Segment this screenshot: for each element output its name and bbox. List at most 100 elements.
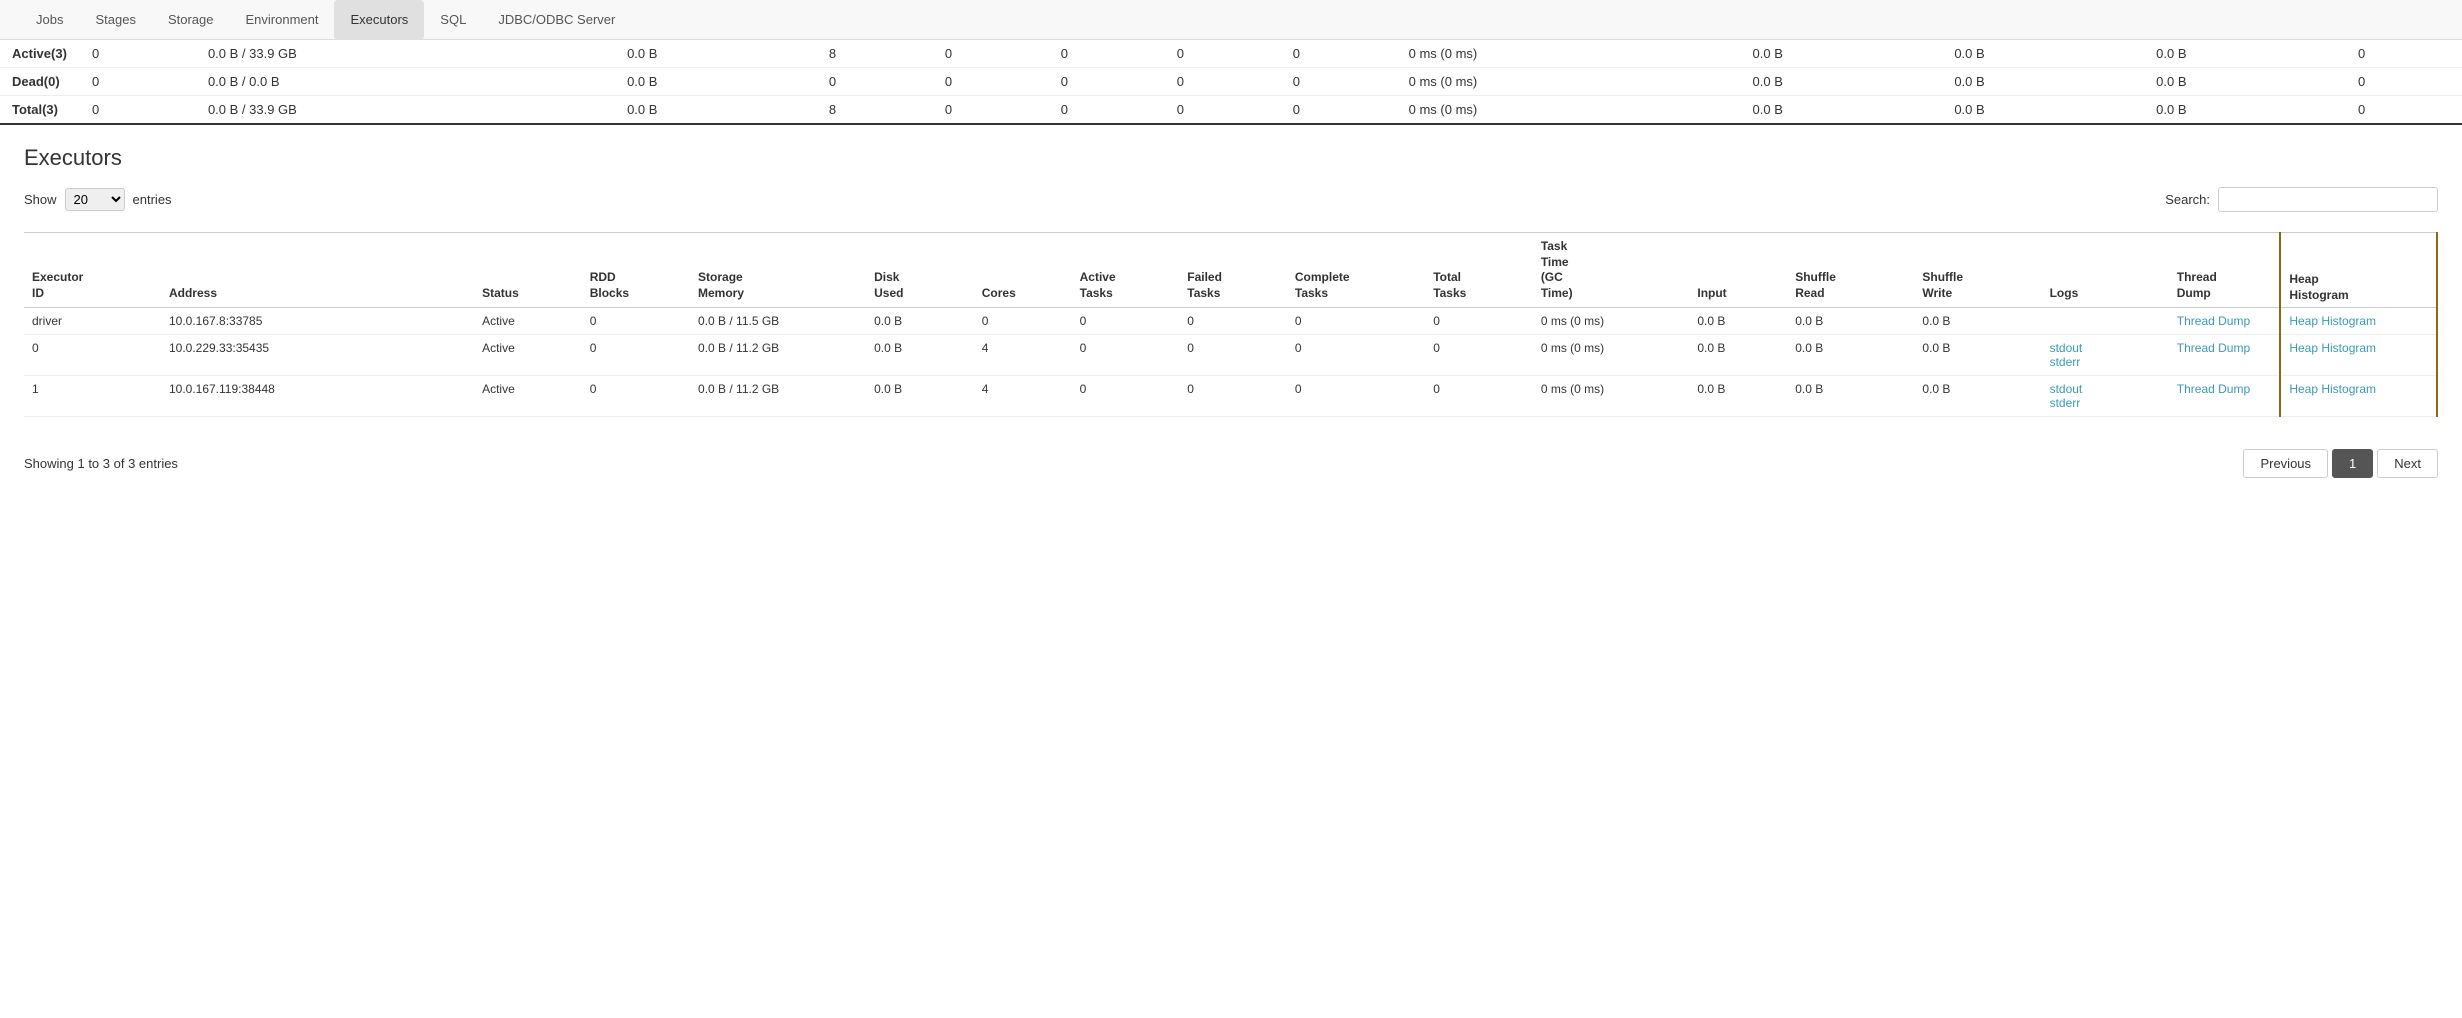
- summary-cell: 0.0 B: [1942, 68, 2144, 96]
- summary-cell: 0.0 B: [1741, 68, 1943, 96]
- cell-input: 0.0 B: [1689, 335, 1787, 376]
- cell-failed-tasks: 0: [1179, 308, 1287, 335]
- page-1-button[interactable]: 1: [2332, 449, 2373, 478]
- summary-cell: 0.0 B: [615, 96, 817, 125]
- table-row: 110.0.167.119:38448Active00.0 B / 11.2 G…: [24, 376, 2437, 417]
- summary-cell: 0: [2346, 96, 2462, 125]
- stdout-link[interactable]: stdout: [2050, 382, 2083, 396]
- th-thread-dump: ThreadDump: [2169, 233, 2281, 308]
- cell-disk-used: 0.0 B: [866, 308, 974, 335]
- cell-input: 0.0 B: [1689, 308, 1787, 335]
- executors-section: Executors Show 20 50 100 entries Search:…: [0, 125, 2462, 437]
- cell-active-tasks: 0: [1072, 376, 1180, 417]
- entries-select[interactable]: 20 50 100: [65, 188, 125, 211]
- search-box: Search:: [2165, 187, 2438, 212]
- cell-logs: [2042, 308, 2169, 335]
- summary-cell: 0: [80, 96, 196, 125]
- cell-thread-dump: Thread Dump: [2169, 308, 2281, 335]
- summary-cell: 0: [933, 40, 1049, 68]
- cell-shuffle-write: 0.0 B: [1914, 376, 2041, 417]
- controls-row: Show 20 50 100 entries Search:: [24, 187, 2438, 212]
- cell-complete-tasks: 0: [1287, 308, 1425, 335]
- cell-input: 0.0 B: [1689, 376, 1787, 417]
- th-shuffle-write: ShuffleWrite: [1914, 233, 2041, 308]
- previous-button[interactable]: Previous: [2243, 449, 2328, 478]
- summary-cell: 0: [1049, 96, 1165, 125]
- cell-task-time: 0 ms (0 ms): [1533, 308, 1690, 335]
- summary-cell: 8: [817, 96, 933, 125]
- cell-active-tasks: 0: [1072, 308, 1180, 335]
- summary-cell: 0.0 B: [1741, 96, 1943, 125]
- cell-address: 10.0.229.33:35435: [161, 335, 474, 376]
- cell-storage-memory: 0.0 B / 11.2 GB: [690, 335, 866, 376]
- cell-shuffle-read: 0.0 B: [1787, 335, 1914, 376]
- cell-exec-id: driver: [24, 308, 161, 335]
- next-button[interactable]: Next: [2377, 449, 2438, 478]
- cell-cores: 4: [974, 335, 1072, 376]
- th-storage-memory: StorageMemory: [690, 233, 866, 308]
- th-logs: Logs: [2042, 233, 2169, 308]
- cell-exec-id: 1: [24, 376, 161, 417]
- cell-thread-dump-link[interactable]: Thread Dump: [2177, 382, 2250, 396]
- cell-storage-memory: 0.0 B / 11.5 GB: [690, 308, 866, 335]
- summary-row: Dead(0)00.0 B / 0.0 B0.0 B000000 ms (0 m…: [0, 68, 2462, 96]
- stderr-link[interactable]: stderr: [2050, 355, 2081, 369]
- summary-cell: 8: [817, 40, 933, 68]
- summary-cell: 0: [2346, 40, 2462, 68]
- nav-executors[interactable]: Executors: [334, 0, 424, 40]
- th-status: Status: [474, 233, 582, 308]
- cell-heap-histogram: Heap Histogram: [2280, 335, 2437, 376]
- summary-cell: Dead(0): [0, 68, 80, 96]
- cell-heap-histogram-link[interactable]: Heap Histogram: [2289, 314, 2376, 328]
- cell-disk-used: 0.0 B: [866, 376, 974, 417]
- cell-thread-dump-link[interactable]: Thread Dump: [2177, 341, 2250, 355]
- cell-cores: 0: [974, 308, 1072, 335]
- cell-address: 10.0.167.119:38448: [161, 376, 474, 417]
- cell-cores: 4: [974, 376, 1072, 417]
- th-exec-id: ExecutorID: [24, 233, 161, 308]
- table-row: driver10.0.167.8:33785Active00.0 B / 11.…: [24, 308, 2437, 335]
- cell-active-tasks: 0: [1072, 335, 1180, 376]
- summary-cell: 0 ms (0 ms): [1397, 40, 1741, 68]
- summary-cell: 0: [1049, 68, 1165, 96]
- cell-total-tasks: 0: [1425, 335, 1533, 376]
- summary-cell: 0.0 B: [2144, 68, 2346, 96]
- cell-storage-memory: 0.0 B / 11.2 GB: [690, 376, 866, 417]
- summary-cell: 0.0 B: [2144, 40, 2346, 68]
- cell-heap-histogram-link[interactable]: Heap Histogram: [2289, 382, 2376, 396]
- th-cores: Cores: [974, 233, 1072, 308]
- cell-exec-id: 0: [24, 335, 161, 376]
- entries-label: entries: [133, 192, 172, 207]
- summary-row: Active(3)00.0 B / 33.9 GB0.0 B800000 ms …: [0, 40, 2462, 68]
- summary-cell: 0.0 B: [1741, 40, 1943, 68]
- nav-sql[interactable]: SQL: [424, 0, 482, 40]
- summary-cell: 0.0 B: [2144, 96, 2346, 125]
- nav-storage[interactable]: Storage: [152, 0, 230, 40]
- summary-cell: 0.0 B / 33.9 GB: [196, 40, 615, 68]
- cell-rdd-blocks: 0: [582, 376, 690, 417]
- cell-thread-dump-link[interactable]: Thread Dump: [2177, 314, 2250, 328]
- cell-shuffle-read: 0.0 B: [1787, 308, 1914, 335]
- summary-cell: 0: [933, 96, 1049, 125]
- summary-cell: 0.0 B: [615, 68, 817, 96]
- nav-stages[interactable]: Stages: [79, 0, 151, 40]
- cell-failed-tasks: 0: [1179, 335, 1287, 376]
- nav-environment[interactable]: Environment: [230, 0, 335, 40]
- cell-rdd-blocks: 0: [582, 335, 690, 376]
- summary-cell: Active(3): [0, 40, 80, 68]
- summary-cell: 0: [2346, 68, 2462, 96]
- cell-shuffle-write: 0.0 B: [1914, 335, 2041, 376]
- summary-cell: 0 ms (0 ms): [1397, 96, 1741, 125]
- summary-cell: 0: [1049, 40, 1165, 68]
- stdout-link[interactable]: stdout: [2050, 341, 2083, 355]
- search-input[interactable]: [2218, 187, 2438, 212]
- nav-jobs[interactable]: Jobs: [20, 0, 79, 40]
- stderr-link[interactable]: stderr: [2050, 396, 2081, 410]
- summary-cell: 0 ms (0 ms): [1397, 68, 1741, 96]
- th-rdd-blocks: RDDBlocks: [582, 233, 690, 308]
- cell-total-tasks: 0: [1425, 376, 1533, 417]
- table-footer: Showing 1 to 3 of 3 entries Previous 1 N…: [0, 437, 2462, 490]
- cell-heap-histogram: Heap Histogram: [2280, 308, 2437, 335]
- cell-heap-histogram-link[interactable]: Heap Histogram: [2289, 341, 2376, 355]
- nav-jdbc[interactable]: JDBC/ODBC Server: [482, 0, 631, 40]
